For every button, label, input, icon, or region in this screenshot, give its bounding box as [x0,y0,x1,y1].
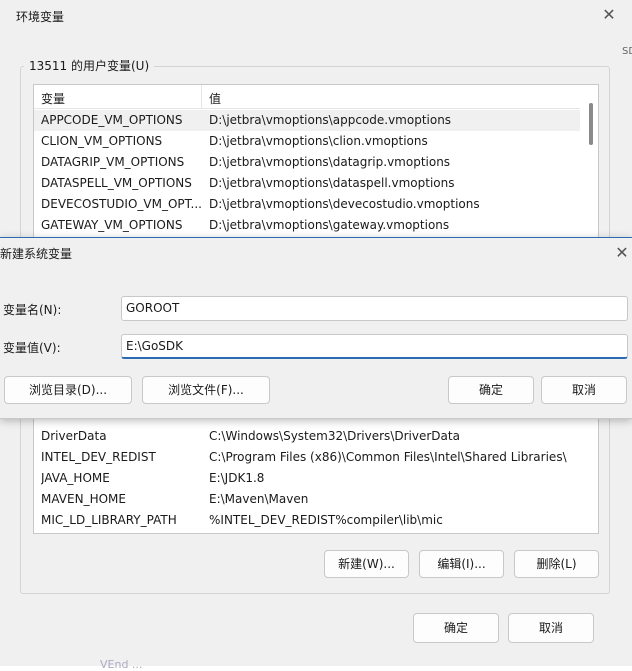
variable-value: D:\jetbra\vmoptions\appcode.vmoptions [209,113,452,127]
variable-name-label: 变量名(N): [3,303,62,317]
variable-name: JAVA_HOME [41,471,110,485]
dialog-title: 新建系统变量 [0,247,73,261]
close-icon[interactable]: ✕ [612,241,632,265]
variable-value: D:\jetbra\vmoptions\clion.vmoptions [209,134,428,148]
table-row[interactable]: MAVEN_HOME E:\Maven\Maven [34,489,580,510]
variable-value: D:\jetbra\vmoptions\datagrip.vmoptions [209,155,451,169]
variable-value-field[interactable]: E:\GoSDK [121,334,628,359]
table-row[interactable]: GATEWAY_VM_OPTIONS D:\jetbra\vmoptions\g… [34,215,580,236]
variable-value: D:\jetbra\vmoptions\devecostudio.vmoptio… [209,197,480,211]
table-row[interactable]: INTEL_DEV_REDIST C:\Program Files (x86)\… [34,447,580,468]
variable-name: CLION_VM_OPTIONS [41,134,163,148]
variable-name: DATAGRIP_VM_OPTIONS [41,155,185,169]
ok-button[interactable]: 确定 [413,613,499,643]
background-text-peek: VEnd ... [100,658,143,671]
variable-name: GATEWAY_VM_OPTIONS [41,218,183,232]
table-row[interactable]: DEVECOSTUDIO_VM_OPT... D:\jetbra\vmoptio… [34,194,580,215]
background-window-peek: SD [622,46,632,57]
variable-value: C:\Program Files (x86)\Common Files\Inte… [209,450,567,464]
delete-variable-button[interactable]: 删除(L) [514,550,599,578]
close-icon[interactable]: ✕ [596,4,622,26]
variable-value: D:\jetbra\vmoptions\dataspell.vmoptions [209,176,455,190]
list-scrollbar[interactable] [589,103,593,145]
variable-name: INTEL_DEV_REDIST [41,450,156,464]
variable-name-field[interactable]: GOROOT [121,296,628,321]
variable-name: MAVEN_HOME [41,492,126,506]
variable-name: DriverData [41,429,107,443]
variable-name: APPCODE_VM_OPTIONS [41,113,183,127]
ok-button[interactable]: 确定 [448,376,534,404]
variable-value: E:\JDK1.8 [209,471,265,485]
variable-name: DATASPELL_VM_OPTIONS [41,176,192,190]
table-row[interactable]: DATAGRIP_VM_OPTIONS D:\jetbra\vmoptions\… [34,152,580,173]
variable-name: DEVECOSTUDIO_VM_OPT... [41,197,201,211]
variable-value: E:\Maven\Maven [209,492,309,506]
table-row[interactable]: CLION_VM_OPTIONS D:\jetbra\vmoptions\cli… [34,131,580,152]
column-header-value[interactable]: 值 [209,90,221,107]
new-variable-button[interactable]: 新建(W)... [324,550,409,578]
new-system-variable-dialog: 新建系统变量 ✕ 变量名(N): GOROOT 变量值(V): E:\GoSDK… [0,237,632,419]
browse-file-button[interactable]: 浏览文件(F)... [142,376,270,404]
edit-variable-button[interactable]: 编辑(I)... [419,550,504,578]
user-variables-label: 13511 的用户变量(U) [24,57,155,74]
table-row[interactable]: MIC_LD_LIBRARY_PATH %INTEL_DEV_REDIST%co… [34,510,580,531]
dialog-title: 环境变量 [16,10,65,24]
cancel-button[interactable]: 取消 [508,613,594,643]
browse-directory-button[interactable]: 浏览目录(D)... [4,376,132,404]
variable-value: D:\jetbra\vmoptions\gateway.vmoptions [209,218,450,232]
variable-value-label: 变量值(V): [3,341,61,355]
variable-value: C:\Windows\System32\Drivers\DriverData [209,429,460,443]
table-row[interactable]: APPCODE_VM_OPTIONS D:\jetbra\vmoptions\a… [34,110,580,131]
variable-value: %INTEL_DEV_REDIST%compiler\lib\mic [209,513,443,527]
column-divider[interactable] [201,85,202,109]
cancel-button[interactable]: 取消 [541,376,627,404]
table-row[interactable]: JAVA_HOME E:\JDK1.8 [34,468,580,489]
column-header-variable[interactable]: 变量 [41,90,65,107]
table-row[interactable]: DriverData C:\Windows\System32\Drivers\D… [34,426,580,447]
table-row[interactable]: DATASPELL_VM_OPTIONS D:\jetbra\vmoptions… [34,173,580,194]
variable-name: MIC_LD_LIBRARY_PATH [41,513,177,527]
list-header: 变量 值 [34,85,580,109]
